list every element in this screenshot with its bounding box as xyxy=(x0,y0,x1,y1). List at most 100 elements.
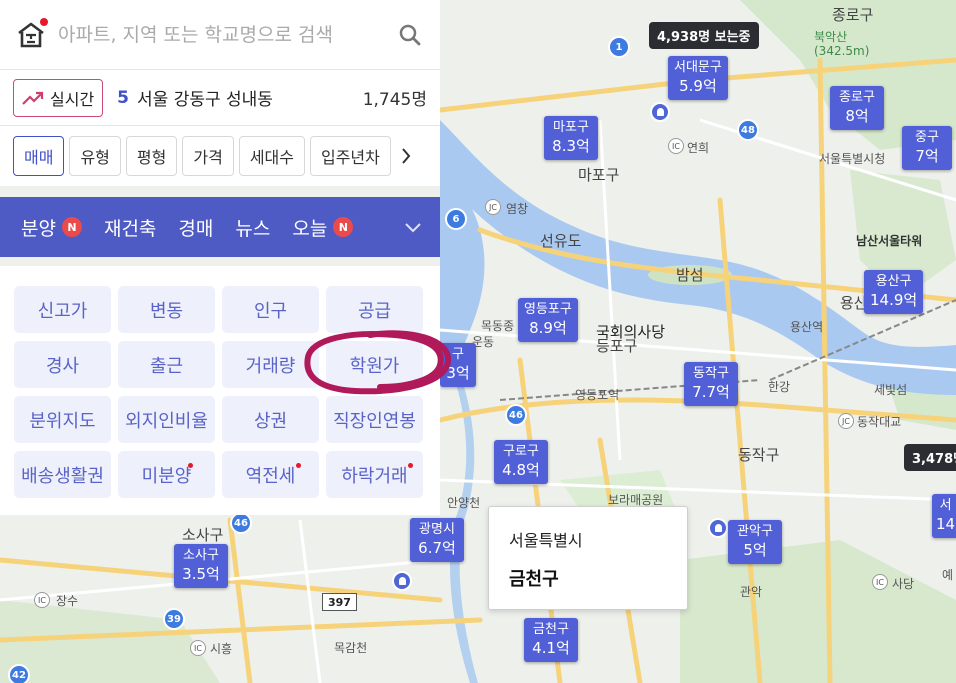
district-marker[interactable]: 관악구 5억 xyxy=(728,520,782,564)
ic-icon: IC xyxy=(34,592,50,608)
category-bar: 분양 N 재건축 경매 뉴스 오늘 N xyxy=(0,197,440,257)
search-icon[interactable] xyxy=(398,23,422,51)
place-label: 서울특별시청 xyxy=(819,152,886,166)
district-name: 용산구 xyxy=(875,274,912,289)
tooltip-district: 금천구 xyxy=(509,569,559,590)
district-price: 4.8억 xyxy=(502,461,540,479)
layer-button[interactable]: 출근 xyxy=(118,341,215,388)
place-label: 북악산 xyxy=(814,30,848,44)
filter-type[interactable]: 유형 xyxy=(69,136,121,176)
place-label: 세빛섬 xyxy=(874,383,908,397)
road-number: 46 xyxy=(505,404,527,426)
road-number: 39 xyxy=(163,608,185,630)
notification-bell-icon[interactable] xyxy=(392,571,412,591)
category-auction[interactable]: 경매 xyxy=(178,214,213,241)
realtime-ranking-bar[interactable]: 실시간 5 서울 강동구 성내동 1,745명 xyxy=(0,70,440,126)
district-marker[interactable]: 광명시 6.7억 xyxy=(410,518,464,562)
place-label: 한강 xyxy=(768,380,791,394)
district-marker[interactable]: 소사구 3.5억 xyxy=(174,544,228,588)
filter-households[interactable]: 세대수 xyxy=(238,136,305,176)
new-dot xyxy=(408,463,413,468)
realtime-button[interactable]: 실시간 xyxy=(13,78,104,117)
ic-icon: IC xyxy=(872,574,888,590)
district-marker[interactable]: 구로구 4.8억 xyxy=(494,440,548,484)
highlight-scribble xyxy=(304,330,451,395)
realtime-rank: 5 xyxy=(117,87,130,108)
place-label: 밤섬 xyxy=(676,266,704,284)
district-name: 종로구 xyxy=(839,90,875,105)
road-number: 1 xyxy=(608,36,630,58)
category-news[interactable]: 뉴스 xyxy=(235,214,270,241)
category-today[interactable]: 오늘 N xyxy=(292,214,354,241)
ic-icon: IC xyxy=(190,640,206,656)
district-name: 소사구 xyxy=(183,548,219,563)
filter-area-size[interactable]: 평형 xyxy=(125,136,178,176)
layer-button[interactable]: 경사 xyxy=(14,341,111,388)
new-dot xyxy=(296,463,301,468)
jc-icon: JC xyxy=(838,413,854,429)
category-label: 분양 xyxy=(21,217,56,240)
filter-bar: 매매 유형 평형 가격 세대수 입주년차 xyxy=(0,126,440,186)
layer-button-unsold[interactable]: 미분양 xyxy=(118,451,215,498)
home-logo-icon[interactable] xyxy=(16,17,48,49)
district-name: 관악구 xyxy=(737,524,773,539)
place-label: 동작대교 xyxy=(857,415,902,429)
district-marker[interactable]: 마포구 8.3억 xyxy=(544,116,598,160)
chevron-right-icon[interactable] xyxy=(398,136,414,176)
layer-button[interactable]: 외지인비율 xyxy=(118,396,215,443)
realtime-area-name: 서울 강동구 성내동 xyxy=(137,90,273,110)
filter-price[interactable]: 가격 xyxy=(182,136,234,176)
place-label: 예 xyxy=(942,568,954,582)
district-price: 7.7억 xyxy=(692,383,730,401)
notification-bell-icon[interactable] xyxy=(708,518,728,538)
place-label: 목감천 xyxy=(334,641,368,655)
search-bar xyxy=(0,0,440,70)
notification-dot xyxy=(40,17,48,26)
place-label: 영등포역 xyxy=(575,388,620,402)
layer-button[interactable]: 배송생활권 xyxy=(14,451,111,498)
category-label: 오늘 xyxy=(292,217,328,240)
place-label: 용산역 xyxy=(790,320,824,334)
district-name: 서 xyxy=(939,498,952,513)
district-marker[interactable]: 영등포구 8.9억 xyxy=(518,298,578,342)
filter-trade-type[interactable]: 매매 xyxy=(13,136,65,176)
search-input[interactable] xyxy=(58,23,388,46)
chevron-down-icon[interactable] xyxy=(404,219,422,238)
notification-bell-icon[interactable] xyxy=(650,102,670,122)
layer-label: 역전세 xyxy=(245,465,296,487)
place-label: 염창 xyxy=(506,202,529,216)
district-price: 3.5억 xyxy=(182,565,220,583)
filter-move-in-year[interactable]: 입주년차 xyxy=(309,136,391,176)
layer-button[interactable]: 변동 xyxy=(118,286,215,333)
district-name: 동작구 xyxy=(693,366,729,381)
highway-number: 397 xyxy=(322,593,357,611)
layer-label: 하락거래 xyxy=(341,465,408,487)
layer-button[interactable]: 직장인연봉 xyxy=(326,396,423,443)
district-marker[interactable]: 금천구 4.1억 xyxy=(524,618,578,662)
trending-up-icon xyxy=(22,91,44,105)
district-marker[interactable]: 종로구 8억 xyxy=(830,86,884,130)
district-marker[interactable]: 서대문구 5.9억 xyxy=(668,56,728,100)
district-name: 서대문구 xyxy=(674,60,722,75)
category-label: 경매 xyxy=(178,217,214,240)
place-label: 시흥 xyxy=(210,642,233,656)
district-marker[interactable]: 중구 7억 xyxy=(902,126,952,170)
layer-button[interactable]: 신고가 xyxy=(14,286,111,333)
district-name: 광명시 xyxy=(419,522,455,537)
district-marker[interactable]: 용산구 14.9억 xyxy=(864,270,924,314)
place-label: 마포구 xyxy=(578,166,620,184)
place-label: 소사구 xyxy=(182,526,224,544)
category-presale[interactable]: 분양 N xyxy=(21,214,82,241)
new-badge: N xyxy=(61,217,82,237)
district-price: 4.1억 xyxy=(532,639,570,657)
layer-button[interactable]: 분위지도 xyxy=(14,396,111,443)
realtime-viewer-count: 1,745명 xyxy=(362,90,427,110)
road-number: 6 xyxy=(445,208,467,230)
district-marker[interactable]: 동작구 7.7억 xyxy=(684,362,738,406)
layer-button[interactable]: 상권 xyxy=(222,396,319,443)
category-reconstruction[interactable]: 재건축 xyxy=(104,214,156,241)
layer-button-reverse-jeonse[interactable]: 역전세 xyxy=(222,451,319,498)
layer-button-price-drop[interactable]: 하락거래 xyxy=(326,451,423,498)
district-marker[interactable]: 서 14 xyxy=(932,494,956,538)
new-badge: N xyxy=(333,217,354,237)
